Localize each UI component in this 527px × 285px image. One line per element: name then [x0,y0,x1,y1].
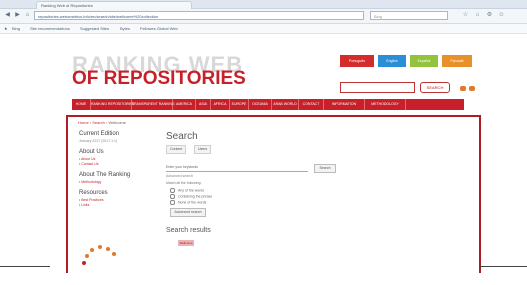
option-none-words[interactable]: None of the words [170,200,206,205]
browser-tab-bar: Ranking Web of Repositories [0,0,527,9]
breadcrumb-search[interactable]: Search [92,120,105,125]
site-search-button[interactable]: SEARCH [420,82,450,93]
advanced-search-button[interactable]: Advanced search [170,208,206,217]
tab-content[interactable]: Content [166,145,187,154]
favorite-link[interactable]: Bing [12,24,20,33]
search-query-input[interactable]: Enter your keywords [166,164,308,172]
breadcrumb-home[interactable]: Home [78,120,89,125]
social-icon[interactable] [469,86,475,91]
favorite-link[interactable]: Bytes [120,24,130,33]
browser-search-input[interactable]: Bing [370,11,448,20]
logo-line2[interactable]: OF REPOSITORIES [72,68,246,90]
star-icon[interactable]: ☆ [462,12,469,19]
sidebar: Current Edition January 2017 (2017.1.1) … [79,131,149,208]
lang-spanish[interactable]: Español [410,55,438,67]
lang-russian[interactable]: Русский [442,55,472,67]
forward-icon[interactable]: ▶ [14,12,21,19]
sidebar-link[interactable]: • Contact Us [79,162,149,166]
option-phrase[interactable]: Containing the phrase [170,194,212,199]
web-page: RANKING WEB OF REPOSITORIES Português En… [0,34,527,273]
home-icon[interactable]: ⌂ [24,12,31,19]
sidebar-link[interactable]: • Best Practices [79,198,149,202]
social-icon[interactable] [460,86,466,91]
address-row: ◀ ▶ ⌂ repositories.webometrics.info/en/s… [0,9,527,24]
sidebar-about-ranking: About The Ranking [79,172,131,178]
menu-item[interactable]: EUROPE [230,99,249,110]
match-label: Match all the following: [166,181,202,185]
browser-tab[interactable]: Ranking Web of Repositories [36,1,192,9]
window-edge [0,266,50,267]
result-badge[interactable]: Wellcome [178,240,194,246]
menu-item[interactable]: METHODOLOGY [365,99,406,110]
page-title: Search [166,131,198,142]
tab-users[interactable]: Users [194,145,212,154]
favorites-star-icon[interactable]: ★ [4,24,8,33]
main-menu: HOME RANKING REPOSITORIES TRANSPARENT RA… [72,99,464,110]
menu-item[interactable]: TRANSPARENT RANKING [132,99,175,110]
search-submit-button[interactable]: Search [314,164,336,173]
menu-item[interactable]: RANKING REPOSITORIES [91,99,134,110]
lang-portuguese[interactable]: Português [340,55,374,67]
menu-item[interactable]: CONTACT [299,99,324,110]
sidebar-resources: Resources [79,190,108,196]
menu-item[interactable]: INFORMATION [324,99,365,110]
sidebar-about-us: About Us [79,149,104,155]
sidebar-current-edition: Current Edition [79,131,120,137]
favorites-bar: ★ Bing Site recommendations Suggested Si… [0,24,527,34]
cybermetrics-logo [82,245,122,285]
settings-icon[interactable]: ⚙ [486,12,493,19]
search-tabs: Content Users [166,145,416,154]
url-bar[interactable]: repositories.webometrics.info/en/search/… [34,11,364,20]
menu-item[interactable]: ASIA [196,99,211,110]
home-button-icon[interactable]: ⌂ [474,12,481,19]
smiley-icon[interactable]: ☺ [498,12,505,19]
search-main: Search Content Users Enter your keywords… [166,131,416,246]
sidebar-edition-date: January 2017 (2017.1.1) [79,139,118,143]
menu-item[interactable]: AFRICA [211,99,230,110]
menu-item[interactable]: OCEANIA [249,99,272,110]
menu-item[interactable]: HOME [72,99,91,110]
breadcrumb: Home › Search › Wellcome [78,120,126,125]
option-any-words[interactable]: Any of the words [170,188,204,193]
sidebar-link[interactable]: • Methodology [79,180,149,184]
sidebar-link[interactable]: • Links [79,203,149,207]
menu-item[interactable]: ARAB WORLD [272,99,299,110]
window-edge [480,266,527,267]
favorite-link[interactable]: Suggested Sites [80,24,109,33]
menu-item[interactable]: AMERICA [173,99,196,110]
lang-english[interactable]: English [378,55,406,67]
sidebar-link[interactable]: • About Us [79,157,149,161]
breadcrumb-current: Wellcome [108,120,126,125]
advanced-search-link[interactable]: Advanced search [166,174,193,178]
favorite-link[interactable]: Fellowes Global Web [140,24,178,33]
favorite-link[interactable]: Site recommendations [30,24,70,33]
search-results-title: Search results [166,227,211,234]
content-frame: Home › Search › Wellcome Current Edition… [66,115,481,273]
back-icon[interactable]: ◀ [4,12,11,19]
site-search-input[interactable] [340,82,415,93]
